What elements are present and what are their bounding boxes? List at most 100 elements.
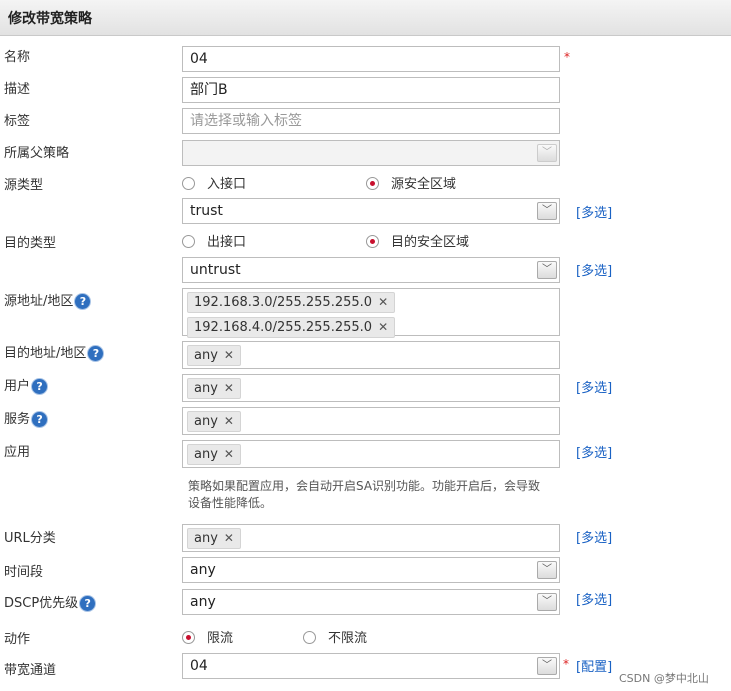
tag-chip: any ✕ xyxy=(187,411,241,432)
channel-select[interactable]: 04 ﹀ xyxy=(182,653,560,679)
tag-text: 192.168.3.0/255.255.255.0 xyxy=(194,295,373,310)
name-input[interactable]: 04 xyxy=(182,46,560,72)
help-icon[interactable]: ? xyxy=(31,378,49,395)
help-icon[interactable]: ? xyxy=(87,345,105,362)
tag-chip: any ✕ xyxy=(187,528,241,549)
radio-circle xyxy=(303,631,316,644)
tag-text: any xyxy=(194,381,218,396)
dst-zone-value: untrust xyxy=(190,262,241,278)
app-tag-input[interactable]: any ✕ xyxy=(182,440,560,468)
action-label: 动作 xyxy=(4,632,31,647)
tag-text: 192.168.4.0/255.255.255.0 xyxy=(194,320,373,335)
dst-zone-select[interactable]: untrust ﹀ xyxy=(182,257,560,283)
tag-chip: any ✕ xyxy=(187,378,241,399)
dst-type-label: 目的类型 xyxy=(4,236,57,251)
radio-label: 源安全区域 xyxy=(391,177,457,192)
radio-circle xyxy=(182,177,195,190)
service-label: 服务? xyxy=(4,408,49,428)
radio-action-nolimit[interactable]: 不限流 xyxy=(303,627,367,646)
help-icon[interactable]: ? xyxy=(79,595,97,612)
url-label: URL分类 xyxy=(4,531,56,546)
service-tag-input[interactable]: any ✕ xyxy=(182,407,560,435)
tag-label: 标签 xyxy=(4,114,31,129)
chevron-down-icon[interactable]: ﹀ xyxy=(537,202,557,220)
tag-chip: any ✕ xyxy=(187,444,241,465)
chevron-down-icon[interactable]: ﹀ xyxy=(537,261,557,279)
radio-circle xyxy=(182,631,195,644)
desc-input[interactable]: 部门B xyxy=(182,77,560,103)
radio-label: 限流 xyxy=(207,631,234,646)
radio-circle xyxy=(366,235,379,248)
app-label: 应用 xyxy=(4,445,31,460)
dialog-title: 修改带宽策略 xyxy=(8,11,92,27)
src-type-label: 源类型 xyxy=(4,178,44,193)
tag-chip: any ✕ xyxy=(187,345,241,366)
watermark: CSDN @梦中北山 xyxy=(619,672,709,685)
dscp-label-text: DSCP优先级 xyxy=(4,596,79,611)
user-multi-link[interactable]: [多选] xyxy=(576,377,612,396)
chevron-down-icon[interactable]: ﹀ xyxy=(537,593,557,611)
channel-value: 04 xyxy=(190,658,208,674)
time-label: 时间段 xyxy=(4,565,44,580)
radio-label: 不限流 xyxy=(328,631,368,646)
remove-icon[interactable]: ✕ xyxy=(224,447,234,461)
user-tag-input[interactable]: any ✕ xyxy=(182,374,560,402)
remove-icon[interactable]: ✕ xyxy=(224,531,234,545)
dst-zone-multi-link[interactable]: [多选] xyxy=(576,260,612,279)
radio-circle xyxy=(366,177,379,190)
tag-input[interactable]: 请选择或输入标签 xyxy=(182,108,560,134)
tag-text: any xyxy=(194,348,218,363)
dialog-header: 修改带宽策略 xyxy=(0,0,731,36)
src-addr-tag-input[interactable]: 192.168.3.0/255.255.255.0 ✕ 192.168.4.0/2… xyxy=(182,288,560,338)
user-label: 用户? xyxy=(4,375,49,395)
radio-label: 目的安全区域 xyxy=(391,235,470,250)
channel-config-link[interactable]: [配置] xyxy=(576,656,612,675)
remove-icon[interactable]: ✕ xyxy=(378,320,388,334)
radio-src-zone[interactable]: 源安全区域 xyxy=(366,173,456,192)
src-addr-label-text: 源地址/地区 xyxy=(4,294,74,309)
radio-action-limit[interactable]: 限流 xyxy=(182,627,233,646)
name-label: 名称 xyxy=(4,50,31,65)
dst-addr-label: 目的地址/地区? xyxy=(4,342,105,362)
dscp-value: any xyxy=(190,594,216,610)
remove-icon[interactable]: ✕ xyxy=(378,295,388,309)
app-warning-note: 策略如果配置应用，会自动开启SA识别功能。功能开启后，会导致设备性能降低。 xyxy=(188,479,541,510)
radio-src-interface[interactable]: 入接口 xyxy=(182,173,246,192)
dst-addr-label-text: 目的地址/地区 xyxy=(4,346,87,361)
help-icon[interactable]: ? xyxy=(74,293,92,310)
tag-text: any xyxy=(194,447,218,462)
src-zone-value: trust xyxy=(190,203,223,219)
url-tag-input[interactable]: any ✕ xyxy=(182,524,560,552)
required-mark: * xyxy=(564,50,570,64)
parent-select: ﹀ xyxy=(182,140,560,166)
time-select[interactable]: any ﹀ xyxy=(182,557,560,583)
chevron-down-icon: ﹀ xyxy=(537,144,557,162)
radio-label: 出接口 xyxy=(207,235,247,250)
tag-chip: 192.168.3.0/255.255.255.0 ✕ xyxy=(187,292,396,313)
remove-icon[interactable]: ✕ xyxy=(224,381,234,395)
src-zone-multi-link[interactable]: [多选] xyxy=(576,202,612,221)
user-label-text: 用户 xyxy=(4,379,31,394)
radio-label: 入接口 xyxy=(207,177,247,192)
parent-label: 所属父策略 xyxy=(4,146,70,161)
url-multi-link[interactable]: [多选] xyxy=(576,527,612,546)
src-zone-select[interactable]: trust ﹀ xyxy=(182,198,560,224)
app-multi-link[interactable]: [多选] xyxy=(576,442,612,461)
required-mark: * xyxy=(563,657,569,671)
channel-label: 带宽通道 xyxy=(4,663,57,678)
remove-icon[interactable]: ✕ xyxy=(224,348,234,362)
radio-dst-zone[interactable]: 目的安全区域 xyxy=(366,231,469,250)
dst-addr-tag-input[interactable]: any ✕ xyxy=(182,341,560,369)
radio-dst-interface[interactable]: 出接口 xyxy=(182,231,246,250)
help-icon[interactable]: ? xyxy=(31,411,49,428)
dscp-multi-link[interactable]: [多选] xyxy=(576,589,612,608)
radio-circle xyxy=(182,235,195,248)
dscp-select[interactable]: any ﹀ xyxy=(182,589,560,615)
chevron-down-icon[interactable]: ﹀ xyxy=(537,561,557,579)
desc-label: 描述 xyxy=(4,82,31,97)
remove-icon[interactable]: ✕ xyxy=(224,414,234,428)
chevron-down-icon[interactable]: ﹀ xyxy=(537,657,557,675)
dscp-label: DSCP优先级? xyxy=(4,592,97,612)
service-label-text: 服务 xyxy=(4,412,31,427)
tag-chip: 192.168.4.0/255.255.255.0 ✕ xyxy=(187,317,396,338)
